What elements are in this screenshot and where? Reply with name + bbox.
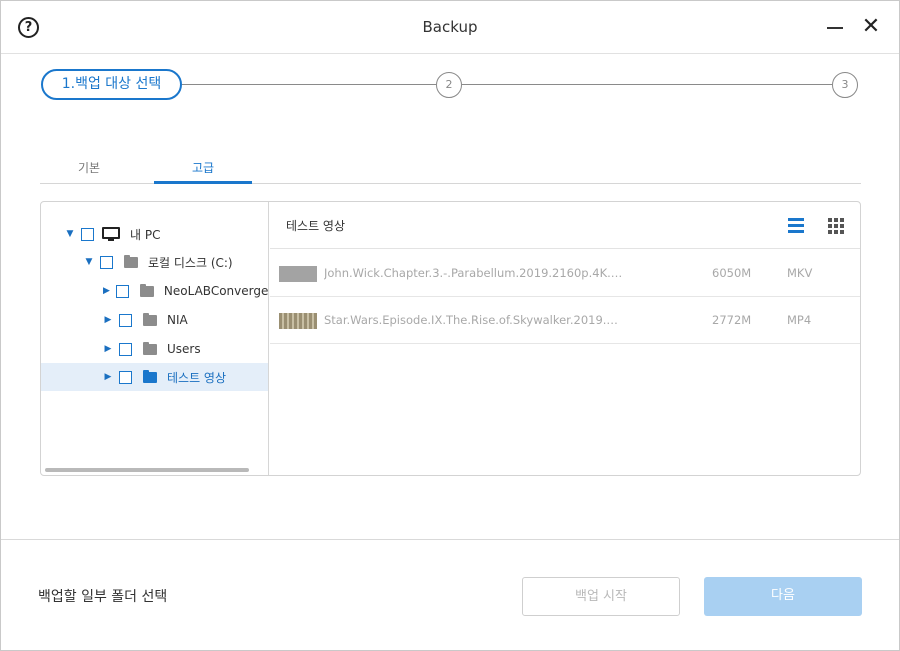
file-size: 6050M bbox=[712, 266, 752, 280]
caret-right-icon[interactable]: ▶ bbox=[103, 286, 110, 296]
tree-item-label: Users bbox=[167, 342, 201, 356]
checkbox[interactable] bbox=[115, 284, 129, 298]
footer-divider bbox=[1, 539, 899, 540]
tab-basic[interactable]: 기본 bbox=[40, 159, 138, 184]
step-2-indicator: 2 bbox=[436, 72, 462, 98]
title-bar: ? Backup ✕ bbox=[1, 1, 899, 54]
folder-selection-panel: ▼ 내 PC ▼ 로컬 디스크 (C:) ▶ NeoLABConvergence… bbox=[40, 201, 861, 476]
folder-icon bbox=[143, 369, 157, 383]
caret-down-icon[interactable]: ▼ bbox=[65, 229, 75, 239]
mode-tabs: 기본 고급 bbox=[40, 151, 861, 184]
folder-icon bbox=[143, 312, 157, 326]
step-3-indicator: 3 bbox=[832, 72, 858, 98]
list-view-icon[interactable] bbox=[788, 218, 804, 233]
checkbox[interactable] bbox=[119, 370, 132, 384]
caret-right-icon[interactable]: ▶ bbox=[103, 344, 113, 354]
window-title: Backup bbox=[422, 18, 478, 36]
horizontal-scrollbar[interactable] bbox=[45, 468, 249, 472]
folder-icon bbox=[139, 283, 154, 297]
step-connector-1 bbox=[182, 84, 436, 85]
video-thumbnail bbox=[279, 313, 317, 329]
tree-item-label: NIA bbox=[167, 313, 188, 327]
file-row[interactable]: Star.Wars.Episode.IX.The.Rise.of.Skywalk… bbox=[270, 297, 860, 344]
minimize-icon[interactable] bbox=[827, 27, 843, 29]
tree-item-my-pc[interactable]: ▼ 내 PC bbox=[41, 220, 268, 248]
close-icon[interactable]: ✕ bbox=[859, 13, 883, 41]
tab-advanced[interactable]: 고급 bbox=[154, 159, 252, 184]
step-connector-2 bbox=[462, 84, 832, 85]
file-list-header: 테스트 영상 bbox=[270, 202, 860, 249]
checkbox[interactable] bbox=[100, 255, 113, 269]
caret-right-icon[interactable]: ▶ bbox=[103, 372, 113, 382]
video-thumbnail bbox=[279, 266, 317, 282]
backup-window: ? Backup ✕ 1.백업 대상 선택 2 3 기본 고급 ▼ 내 PC ▼… bbox=[0, 0, 900, 651]
file-row[interactable]: John.Wick.Chapter.3.-.Parabellum.2019.21… bbox=[270, 250, 860, 297]
caret-down-icon[interactable]: ▼ bbox=[84, 257, 94, 267]
checkbox[interactable] bbox=[119, 313, 132, 327]
tree-item-neolab[interactable]: ▶ NeoLABConvergence bbox=[41, 277, 269, 305]
current-folder-title: 테스트 영상 bbox=[286, 219, 346, 233]
file-type: MKV bbox=[787, 266, 813, 280]
monitor-icon bbox=[102, 227, 120, 241]
tree-item-nia[interactable]: ▶ NIA bbox=[41, 306, 268, 334]
file-list-pane: 테스트 영상 John.Wick.Chapter.3.-.Parabellum.… bbox=[270, 202, 860, 475]
folder-icon bbox=[124, 254, 138, 268]
tree-item-label: 로컬 디스크 (C:) bbox=[148, 255, 233, 270]
checkbox[interactable] bbox=[81, 227, 94, 241]
grid-view-icon[interactable] bbox=[828, 218, 844, 234]
tree-item-local-disk[interactable]: ▼ 로컬 디스크 (C:) bbox=[41, 248, 268, 276]
file-name: Star.Wars.Episode.IX.The.Rise.of.Skywalk… bbox=[324, 313, 624, 327]
start-backup-button[interactable]: 백업 시작 bbox=[522, 577, 680, 616]
next-button[interactable]: 다음 bbox=[704, 577, 862, 616]
file-size: 2772M bbox=[712, 313, 752, 327]
folder-tree: ▼ 내 PC ▼ 로컬 디스크 (C:) ▶ NeoLABConvergence… bbox=[41, 202, 269, 475]
tree-item-users[interactable]: ▶ Users bbox=[41, 335, 268, 363]
checkbox[interactable] bbox=[119, 342, 132, 356]
step-1-indicator: 1.백업 대상 선택 bbox=[41, 69, 182, 100]
tree-item-test-video[interactable]: ▶ 테스트 영상 bbox=[41, 363, 268, 391]
folder-icon bbox=[143, 341, 157, 355]
tree-item-label: 내 PC bbox=[130, 227, 161, 242]
caret-right-icon[interactable]: ▶ bbox=[103, 315, 113, 325]
file-type: MP4 bbox=[787, 313, 812, 327]
footer-hint: 백업할 일부 폴더 선택 bbox=[38, 589, 168, 605]
file-name: John.Wick.Chapter.3.-.Parabellum.2019.21… bbox=[324, 266, 624, 280]
tree-item-label: NeoLABConvergence bbox=[163, 284, 269, 298]
tree-item-label: 테스트 영상 bbox=[167, 370, 227, 385]
